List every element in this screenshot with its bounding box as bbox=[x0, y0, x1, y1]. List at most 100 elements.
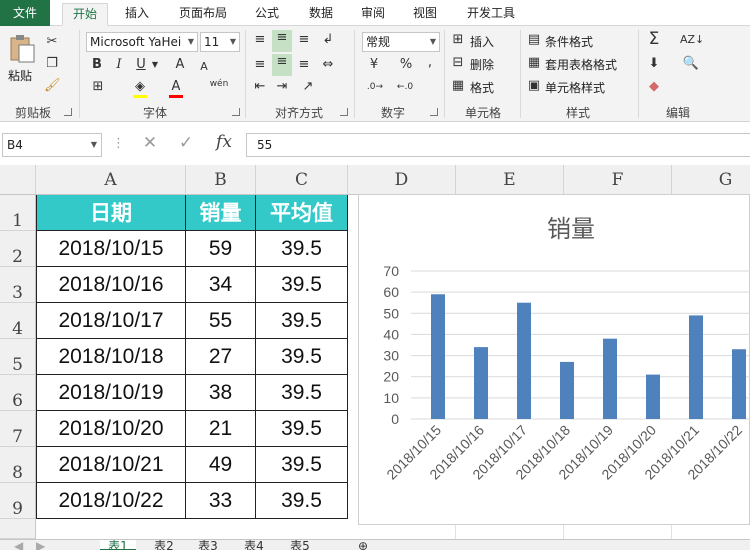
cell-sales[interactable]: 55 bbox=[186, 303, 256, 339]
insert-function-button[interactable]: fx bbox=[212, 134, 236, 151]
alignment-dialog-launcher-icon[interactable] bbox=[340, 108, 348, 116]
tab-insert[interactable]: 插入 bbox=[114, 3, 160, 26]
cell-date[interactable]: 2018/10/22 bbox=[36, 483, 186, 519]
cell-sales[interactable]: 27 bbox=[186, 339, 256, 375]
row-header[interactable]: 4 bbox=[0, 303, 36, 339]
number-format-dropdown[interactable]: 常规 ▼ bbox=[362, 32, 440, 52]
sales-chart[interactable]: 销量 0 10 20 30 40 50 60 70 2018/10/15 2018/10/16 201… bbox=[358, 194, 750, 525]
currency-icon[interactable]: ¥ bbox=[364, 57, 384, 73]
cell-date[interactable]: 2018/10/15 bbox=[36, 231, 186, 267]
comma-button[interactable]: , bbox=[424, 55, 436, 71]
select-all-corner[interactable] bbox=[0, 165, 36, 195]
add-sheet-icon[interactable]: ⊕ bbox=[356, 540, 370, 550]
shrink-font-button[interactable]: A bbox=[196, 59, 212, 75]
fill-icon[interactable]: ⬇ bbox=[644, 56, 664, 72]
column-header-e[interactable]: E bbox=[456, 165, 564, 195]
formula-input[interactable]: 55 bbox=[246, 133, 750, 157]
row-header[interactable]: 9 bbox=[0, 483, 36, 519]
merge-center-icon[interactable]: ⇔ bbox=[320, 57, 336, 73]
row-header[interactable] bbox=[0, 519, 36, 539]
copy-icon[interactable]: ❐ bbox=[44, 56, 60, 72]
decrease-indent-icon[interactable]: ⇤ bbox=[252, 79, 268, 95]
cell-sales[interactable]: 59 bbox=[186, 231, 256, 267]
cell-average[interactable]: 39.5 bbox=[256, 447, 348, 483]
scroll-left-icon[interactable]: ◀ bbox=[14, 540, 23, 550]
format-cells-button[interactable]: ▦ 格式 bbox=[450, 78, 514, 96]
scroll-right-icon[interactable]: ▶ bbox=[36, 540, 45, 550]
tab-review[interactable]: 审阅 bbox=[350, 3, 396, 26]
wrap-text-icon[interactable]: ↲ bbox=[320, 32, 336, 48]
cell-average[interactable]: 39.5 bbox=[256, 303, 348, 339]
font-color-icon[interactable]: A bbox=[168, 79, 184, 95]
cell-sales[interactable]: 33 bbox=[186, 483, 256, 519]
decrease-decimal-icon[interactable]: ←.0 bbox=[394, 79, 416, 95]
cell-date[interactable]: 2018/10/20 bbox=[36, 411, 186, 447]
header-cell-average[interactable]: 平均值 bbox=[256, 195, 348, 231]
cancel-icon[interactable]: ✕ bbox=[140, 135, 160, 152]
phonetic-guide-icon[interactable]: wén bbox=[208, 76, 230, 92]
clear-icon[interactable]: ◆ bbox=[644, 79, 664, 95]
chevron-down-icon[interactable]: ▼ bbox=[150, 57, 160, 73]
align-center-icon[interactable]: ≡ bbox=[272, 54, 292, 76]
font-name-dropdown[interactable]: Microsoft YaHei ▼ bbox=[86, 32, 198, 52]
column-header-f[interactable]: F bbox=[564, 165, 672, 195]
cell-date[interactable]: 2018/10/18 bbox=[36, 339, 186, 375]
cell-sales[interactable]: 21 bbox=[186, 411, 256, 447]
cell-date[interactable]: 2018/10/16 bbox=[36, 267, 186, 303]
underline-button[interactable]: U bbox=[134, 57, 148, 73]
sheet-tab-2[interactable]: 表2 bbox=[146, 540, 182, 550]
cut-icon[interactable]: ✂ bbox=[44, 34, 60, 50]
sheet-tab-1[interactable]: 表1 bbox=[100, 540, 136, 550]
name-box[interactable]: B4 ▼ bbox=[2, 133, 102, 157]
column-header-c[interactable]: C bbox=[256, 165, 348, 195]
column-header-g[interactable]: G bbox=[672, 165, 750, 195]
delete-cells-button[interactable]: ⊟ 删除 bbox=[450, 55, 514, 73]
tab-page-layout[interactable]: 页面布局 bbox=[168, 3, 238, 26]
tab-data[interactable]: 数据 bbox=[298, 3, 344, 26]
column-header-a[interactable]: A bbox=[36, 165, 186, 195]
percent-button[interactable]: % bbox=[398, 57, 414, 73]
cell-average[interactable]: 39.5 bbox=[256, 483, 348, 519]
column-header-b[interactable]: B bbox=[186, 165, 256, 195]
align-middle-icon[interactable]: ≡ bbox=[272, 30, 292, 52]
find-select-icon[interactable]: 🔍 bbox=[680, 56, 702, 72]
sheet-tab-4[interactable]: 表4 bbox=[236, 540, 272, 550]
bold-button[interactable]: B bbox=[90, 57, 104, 73]
cell-date[interactable]: 2018/10/17 bbox=[36, 303, 186, 339]
insert-cells-button[interactable]: ⊞ 插入 bbox=[450, 32, 514, 50]
border-icon[interactable]: ⊞ bbox=[90, 79, 106, 95]
sort-filter-icon[interactable]: AZ↓ bbox=[680, 32, 704, 48]
tab-view[interactable]: 视图 bbox=[402, 3, 448, 26]
align-right-icon[interactable]: ≡ bbox=[296, 57, 312, 73]
tab-developer[interactable]: 开发工具 bbox=[456, 3, 526, 26]
paste-button[interactable]: 粘贴 bbox=[6, 32, 38, 90]
format-painter-icon[interactable]: 🖌 bbox=[44, 78, 61, 94]
cell-sales[interactable]: 34 bbox=[186, 267, 256, 303]
autosum-icon[interactable]: Σ bbox=[644, 31, 664, 48]
cell-sales[interactable]: 38 bbox=[186, 375, 256, 411]
column-header-d[interactable]: D bbox=[348, 165, 456, 195]
tab-file[interactable]: 文件 bbox=[0, 0, 50, 26]
cell-date[interactable]: 2018/10/21 bbox=[36, 447, 186, 483]
font-dialog-launcher-icon[interactable] bbox=[232, 108, 240, 116]
text-direction-icon[interactable]: ↗ bbox=[300, 79, 316, 95]
row-header[interactable]: 2 bbox=[0, 231, 36, 267]
sheet-tab-3[interactable]: 表3 bbox=[190, 540, 226, 550]
header-cell-sales[interactable]: 销量 bbox=[186, 195, 256, 231]
format-as-table-button[interactable]: ▦ 套用表格格式 bbox=[526, 55, 634, 73]
enter-icon[interactable]: ✓ bbox=[176, 135, 196, 152]
clipboard-dialog-launcher-icon[interactable] bbox=[64, 108, 72, 116]
row-header[interactable]: 3 bbox=[0, 267, 36, 303]
cell-average[interactable]: 39.5 bbox=[256, 231, 348, 267]
align-bottom-icon[interactable]: ≡ bbox=[296, 32, 312, 48]
tab-formulas[interactable]: 公式 bbox=[244, 3, 290, 26]
increase-decimal-icon[interactable]: .0→ bbox=[364, 79, 386, 95]
row-header[interactable]: 7 bbox=[0, 411, 36, 447]
cell-average[interactable]: 39.5 bbox=[256, 375, 348, 411]
tab-home[interactable]: 开始 bbox=[62, 3, 108, 26]
row-header[interactable]: 8 bbox=[0, 447, 36, 483]
cell-average[interactable]: 39.5 bbox=[256, 339, 348, 375]
row-header[interactable]: 5 bbox=[0, 339, 36, 375]
cell-sales[interactable]: 49 bbox=[186, 447, 256, 483]
number-dialog-launcher-icon[interactable] bbox=[430, 108, 438, 116]
